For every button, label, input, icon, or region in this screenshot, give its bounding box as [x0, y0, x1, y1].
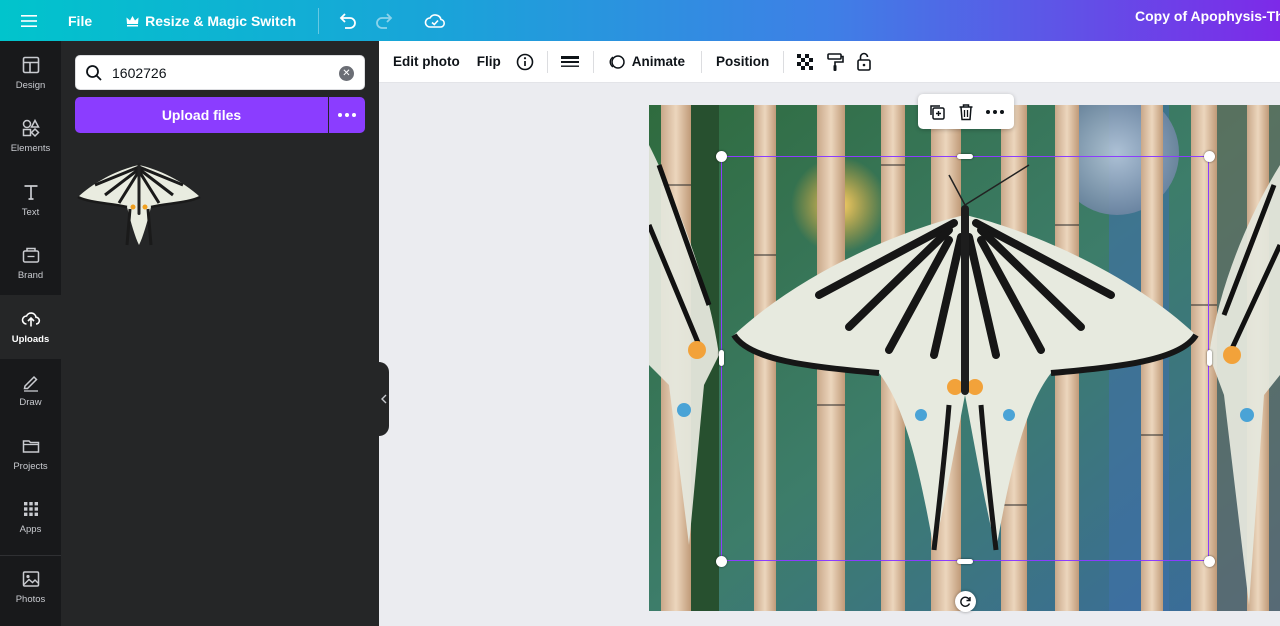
border-style-icon[interactable]: [560, 54, 579, 70]
resize-handle-bottom-left[interactable]: [716, 556, 727, 567]
rail-label-draw: Draw: [19, 397, 42, 409]
position-button[interactable]: Position: [716, 54, 769, 69]
rail-label-projects: Projects: [13, 460, 48, 472]
more-horizontal-icon[interactable]: [982, 99, 1008, 125]
crown-icon: [126, 15, 139, 26]
edit-photo-button[interactable]: Edit photo: [393, 54, 460, 69]
cloud-save-status-icon[interactable]: [421, 7, 449, 35]
resize-handle-right[interactable]: [1207, 350, 1212, 366]
toolbar-divider: [546, 50, 548, 73]
file-menu-button[interactable]: File: [68, 13, 92, 29]
resize-handle-bottom-right[interactable]: [1204, 556, 1215, 567]
toolbar-divider: [783, 50, 785, 73]
transparency-icon[interactable]: [796, 53, 814, 71]
rail-item-projects[interactable]: Projects: [0, 422, 61, 486]
animate-label: Animate: [631, 54, 685, 69]
collapse-panel-handle[interactable]: [379, 362, 389, 436]
selection-box: [721, 156, 1209, 561]
resize-handle-top-left[interactable]: [716, 151, 727, 162]
rail-item-design[interactable]: Design: [0, 41, 61, 105]
rail-label-brand: Brand: [17, 270, 44, 282]
rail-label-uploads: Uploads: [11, 333, 50, 345]
hamburger-menu-icon[interactable]: [0, 0, 58, 41]
clear-search-icon[interactable]: ✕: [339, 66, 354, 81]
animate-button[interactable]: Animate: [608, 53, 685, 71]
folder-icon: [22, 440, 39, 453]
left-navigation-rail: Design Elements Text Brand Uploads Draw …: [0, 41, 61, 626]
uploads-panel: ✕ Upload files: [61, 41, 379, 626]
copy-style-paint-roller-icon[interactable]: [826, 52, 845, 72]
uploaded-butterfly-thumbnail[interactable]: [75, 145, 203, 253]
rotate-handle-icon[interactable]: [955, 591, 976, 612]
rail-label-photos: Photos: [15, 594, 46, 606]
apps-grid-icon: [23, 502, 38, 517]
pen-icon: [23, 376, 38, 392]
toolbar-divider: [701, 50, 702, 73]
rail-item-draw[interactable]: Draw: [0, 359, 61, 423]
rail-item-text[interactable]: Text: [0, 168, 61, 232]
context-toolbar: Edit photo Flip Animate Position: [379, 41, 1280, 83]
flip-button[interactable]: Flip: [477, 54, 501, 69]
rail-label-apps: Apps: [19, 524, 42, 536]
rail-item-elements[interactable]: Elements: [0, 105, 61, 169]
rail-label-design: Design: [15, 79, 46, 91]
upload-files-button[interactable]: Upload files: [75, 97, 328, 133]
resize-handle-left[interactable]: [719, 350, 724, 366]
redo-icon[interactable]: [371, 7, 399, 35]
rail-item-uploads[interactable]: Uploads: [0, 295, 61, 359]
search-box: ✕: [75, 55, 365, 90]
info-icon[interactable]: [516, 53, 534, 71]
layout-icon: [22, 56, 39, 74]
lock-icon[interactable]: [856, 52, 872, 72]
text-icon: [24, 184, 37, 200]
rail-item-photos[interactable]: Photos: [0, 555, 61, 619]
resize-handle-top[interactable]: [957, 154, 973, 159]
upload-more-options-button[interactable]: [329, 97, 365, 133]
top-bar: File Resize & Magic Switch Copy of Apoph…: [0, 0, 1280, 41]
cloud-upload-icon: [21, 312, 40, 327]
search-input[interactable]: [112, 64, 332, 81]
brand-icon: [22, 248, 39, 263]
trash-icon[interactable]: [953, 99, 979, 125]
rail-label-text: Text: [21, 206, 40, 218]
rail-item-apps[interactable]: Apps: [0, 486, 61, 550]
search-icon: [76, 64, 112, 82]
toolbar-divider: [592, 50, 594, 73]
document-title[interactable]: Copy of Apophysis-The: [1135, 0, 1280, 41]
topbar-divider: [318, 7, 320, 34]
shapes-icon: [22, 119, 40, 138]
undo-icon[interactable]: [333, 7, 361, 35]
chevron-left-icon: [381, 394, 387, 404]
animate-icon: [609, 54, 625, 69]
resize-magic-switch-button[interactable]: Resize & Magic Switch: [126, 13, 296, 29]
element-floating-toolbar: [918, 94, 1014, 129]
more-horizontal-icon: [338, 113, 356, 117]
resize-handle-top-right[interactable]: [1204, 151, 1215, 162]
image-icon: [22, 571, 39, 587]
rail-label-elements: Elements: [10, 143, 51, 155]
resize-magic-switch-label: Resize & Magic Switch: [145, 12, 297, 29]
duplicate-icon[interactable]: [924, 99, 950, 125]
resize-handle-bottom[interactable]: [957, 559, 973, 564]
rail-item-brand[interactable]: Brand: [0, 232, 61, 296]
